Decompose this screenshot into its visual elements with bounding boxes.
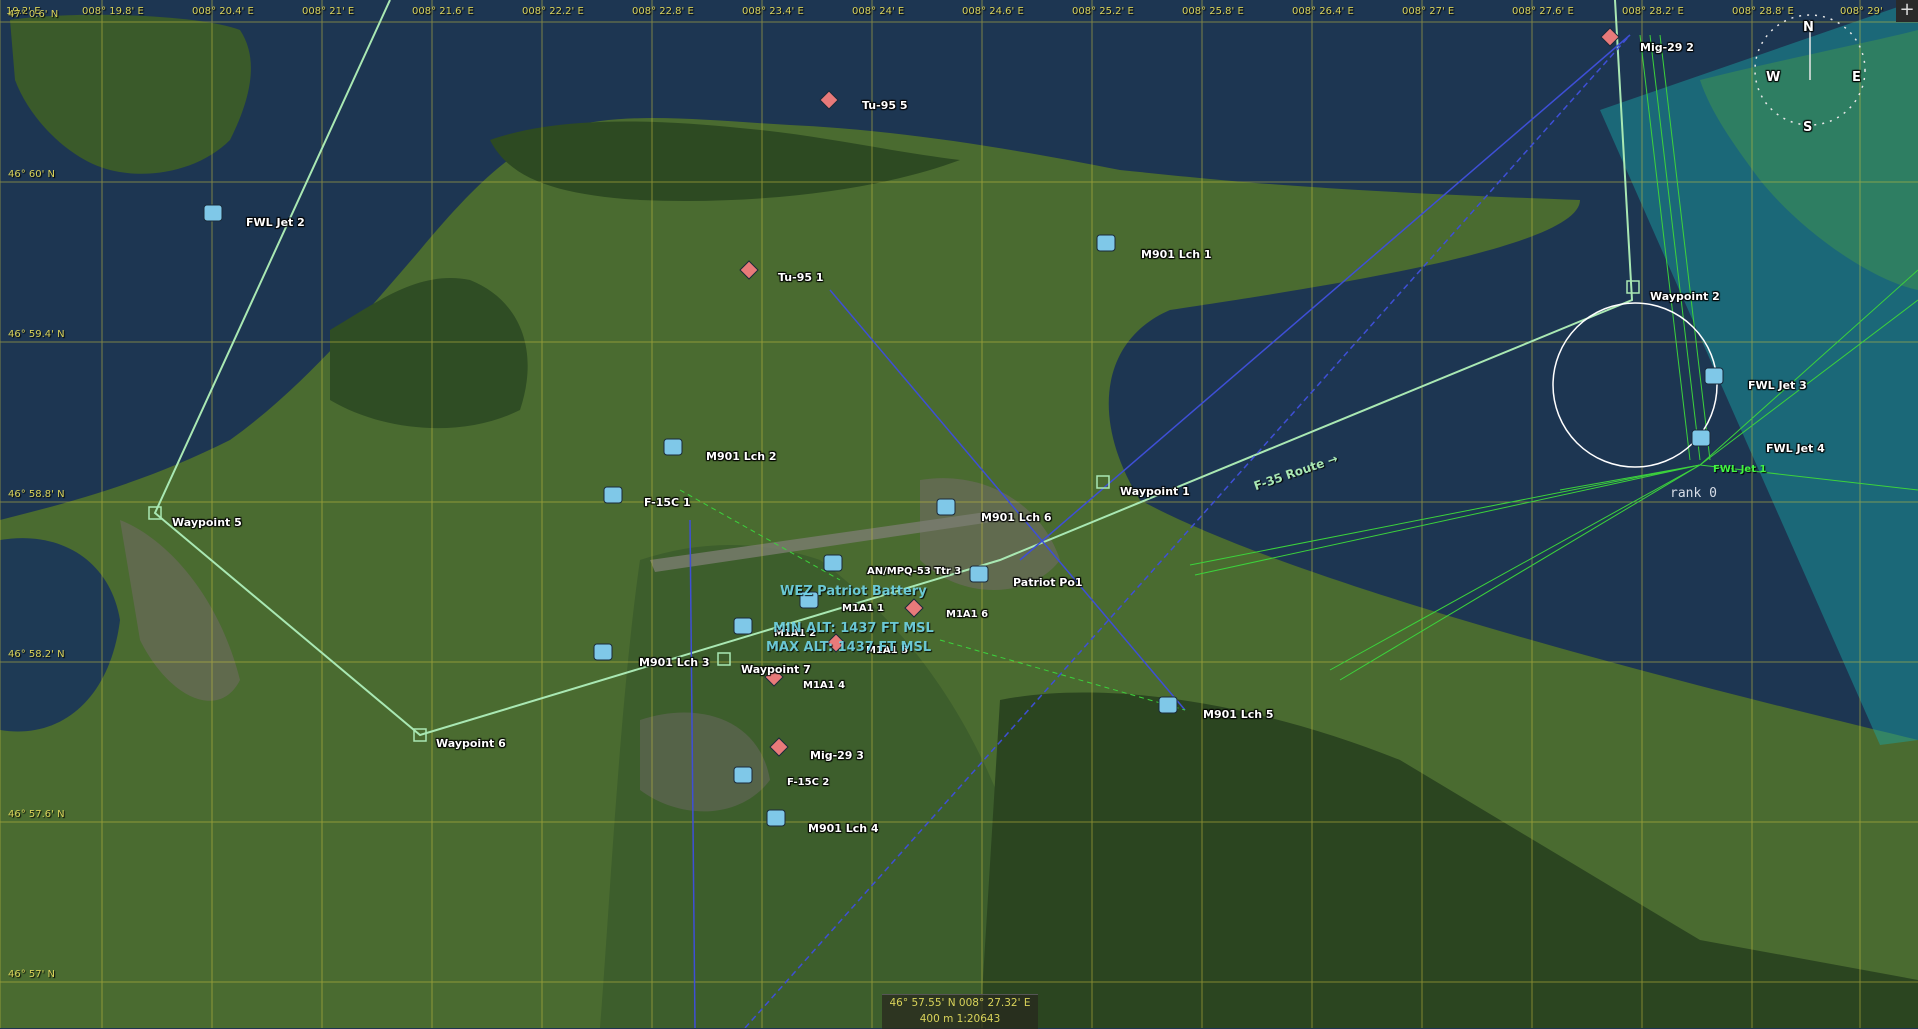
lon-label: 008° 20.4' E [192, 6, 254, 17]
lon-label: 008° 19.8' E [82, 6, 144, 17]
unit-label-m901-lch-3[interactable]: M901 Lch 3 [639, 656, 710, 669]
lon-label: 008° 22.8' E [632, 6, 694, 17]
wez-max-alt: MAX ALT: 1437 FT MSL [766, 640, 932, 655]
status-scale-box: 46° 57.55' N 008° 27.32' E 400 m 1:20643 [882, 994, 1038, 1029]
lat-label: 46° 57.6' N [8, 809, 65, 820]
unit-label-fwl-jet-4[interactable]: FWL Jet 4 [1766, 442, 1825, 455]
wez-title: WEZ Patriot Battery [780, 584, 927, 599]
unit-symbol-an-mpq[interactable] [823, 554, 843, 572]
lon-label: 008° 28.2' E [1622, 6, 1684, 17]
zoom-in-button[interactable]: + [1896, 0, 1918, 22]
waypoint-6-label[interactable]: Waypoint 6 [436, 737, 506, 750]
lon-label: 008° 29' [1840, 6, 1883, 17]
unit-label-mig29-3[interactable]: Mig-29 3 [810, 749, 864, 762]
lon-label: 008° 24' E [852, 6, 905, 17]
lon-label: 008° 28.8' E [1732, 6, 1794, 17]
tactical-map[interactable] [0, 0, 1918, 1028]
waypoint-1-label[interactable]: Waypoint 1 [1120, 485, 1190, 498]
unit-symbol-f15c-2[interactable] [733, 766, 753, 784]
lat-label: 46° 59.4' N [8, 329, 65, 340]
unit-symbol-fwl-jet-2[interactable] [203, 204, 223, 222]
unit-symbol-fwl-jet-4[interactable] [1691, 429, 1711, 447]
unit-label-an-mpq[interactable]: AN/MPQ-53 Ttr 3 [867, 566, 961, 577]
lon-label: 008° 25.8' E [1182, 6, 1244, 17]
unit-label-m901-lch-1[interactable]: M901 Lch 1 [1141, 248, 1212, 261]
unit-label-m901-lch-4[interactable]: M901 Lch 4 [808, 822, 879, 835]
waypoint-7-label[interactable]: Waypoint 7 [741, 663, 811, 676]
unit-label-mig29-2[interactable]: Mig-29 2 [1640, 41, 1694, 54]
unit-label-tu95-1[interactable]: Tu-95 1 [778, 271, 823, 284]
compass-s: S [1803, 120, 1813, 135]
compass-e: E [1852, 70, 1861, 85]
lat-label: 46° 58.8' N [8, 489, 65, 500]
unit-label-m1a1-4[interactable]: M1A1 4 [803, 680, 845, 691]
lon-label: 008° 27' E [1402, 6, 1455, 17]
unit-label-m1a1-1[interactable]: M1A1 1 [842, 603, 884, 614]
unit-label-fwl-jet-2[interactable]: FWL Jet 2 [246, 216, 305, 229]
lon-label: 008° 27.6' E [1512, 6, 1574, 17]
lon-label: 008° 21' E [302, 6, 355, 17]
unit-symbol-m901-lch-5[interactable] [1158, 696, 1178, 714]
lon-label: 008° 23.4' E [742, 6, 804, 17]
cursor-coordinates: 46° 57.55' N 008° 27.32' E [889, 997, 1031, 1009]
unit-symbol-patriot-po1[interactable] [969, 565, 989, 583]
unit-symbol-m901-lch-6[interactable] [936, 498, 956, 516]
waypoint-5-label[interactable]: Waypoint 5 [172, 516, 242, 529]
compass-w: W [1766, 70, 1781, 85]
waypoint-2-label[interactable]: Waypoint 2 [1650, 290, 1720, 303]
unit-label-f15c-2[interactable]: F-15C 2 [787, 777, 829, 788]
unit-symbol-fwl-jet-3[interactable] [1704, 367, 1724, 385]
unit-label-m1a1-6[interactable]: M1A1 6 [946, 609, 988, 620]
lon-label: 008° 24.6' E [962, 6, 1024, 17]
unit-label-fwl-jet-3[interactable]: FWL Jet 3 [1748, 379, 1807, 392]
unit-symbol-m1a1-2[interactable] [733, 617, 753, 635]
fwl-jet-1-label[interactable]: FWL Jet 1 [1713, 464, 1766, 475]
unit-label-f15c-1[interactable]: F-15C 1 [644, 496, 691, 509]
rank-label: rank 0 [1670, 486, 1717, 501]
lat-label: 46° 58.2' N [8, 649, 65, 660]
lon-label: 008° 21.6' E [412, 6, 474, 17]
lon-label: 008° 25.2' E [1072, 6, 1134, 17]
compass-n: N [1803, 20, 1814, 35]
unit-symbol-m901-lch-2[interactable] [663, 438, 683, 456]
unit-label-tu95-5[interactable]: Tu-95 5 [862, 99, 907, 112]
lat-label: 47° 0.6' N [8, 9, 59, 20]
lat-label: 46° 57' N [8, 969, 56, 980]
lon-label: 008° 26.4' E [1292, 6, 1354, 17]
unit-label-patriot-po1[interactable]: Patriot Po1 [1013, 576, 1083, 589]
map-scale: 400 m 1:20643 [919, 1013, 1001, 1025]
lat-label: 46° 60' N [8, 169, 56, 180]
wez-min-alt: MIN ALT: 1437 FT MSL [773, 621, 934, 636]
unit-symbol-f15c-1[interactable] [603, 486, 623, 504]
unit-symbol-m901-lch-4[interactable] [766, 809, 786, 827]
lon-label: 008° 22.2' E [522, 6, 584, 17]
unit-label-m901-lch-5[interactable]: M901 Lch 5 [1203, 708, 1274, 721]
unit-label-m901-lch-6[interactable]: M901 Lch 6 [981, 511, 1052, 524]
unit-symbol-m901-lch-1[interactable] [1096, 234, 1116, 252]
unit-symbol-m901-lch-3[interactable] [593, 643, 613, 661]
unit-label-m901-lch-2[interactable]: M901 Lch 2 [706, 450, 777, 463]
